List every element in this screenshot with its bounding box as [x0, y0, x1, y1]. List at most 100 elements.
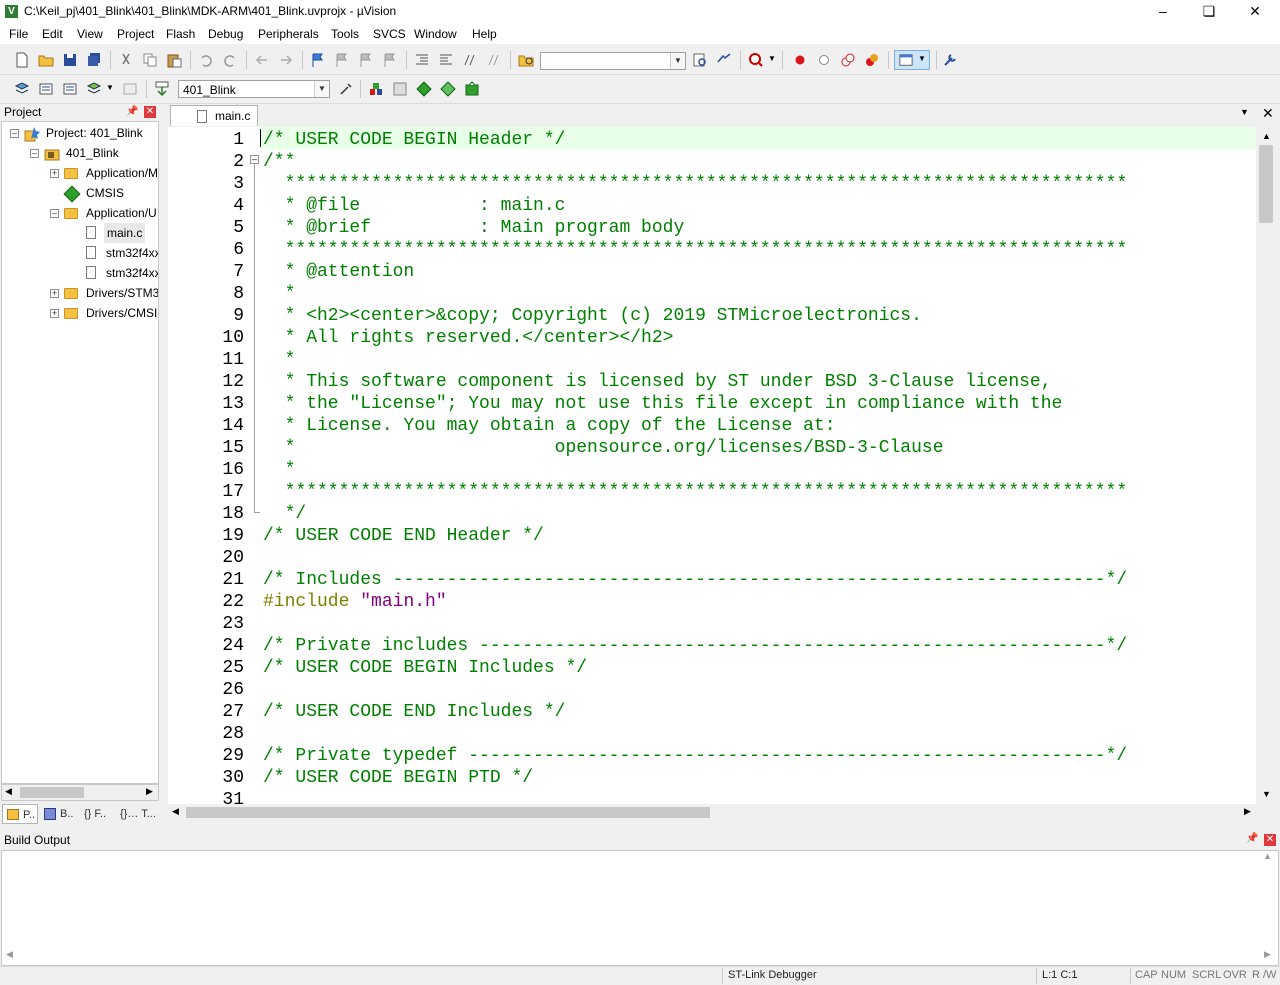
scroll-thumb[interactable] — [20, 787, 84, 798]
save-all-icon[interactable] — [86, 52, 102, 68]
rebuild-icon[interactable] — [62, 81, 78, 97]
scroll-right-icon[interactable]: ▶ — [146, 786, 153, 797]
close-icon[interactable]: ✕ — [1262, 105, 1274, 122]
insert-breakpoint-icon[interactable] — [792, 52, 808, 68]
minimize-button[interactable]: – — [1140, 0, 1186, 24]
pin-icon[interactable]: 📌 — [1246, 833, 1258, 844]
tree-project-root[interactable]: Project: 401_Blink — [46, 123, 143, 143]
tree-file-main-c[interactable]: main.c — [104, 223, 146, 243]
chevron-down-icon[interactable]: ▼ — [1240, 107, 1249, 117]
build-output-pane[interactable]: ▲ ◀ ▶ — [1, 850, 1279, 966]
project-horizontal-scrollbar[interactable]: ◀ ▶ — [1, 784, 159, 801]
scroll-right-icon[interactable]: ▶ — [1244, 806, 1251, 817]
download-icon[interactable] — [154, 81, 170, 97]
paste-icon[interactable] — [166, 52, 182, 68]
close-icon[interactable]: ✕ — [144, 106, 156, 118]
tab-templates[interactable]: {}… T... — [120, 804, 156, 824]
batch-build-icon[interactable] — [86, 81, 102, 97]
window-layout-button[interactable]: ▼ — [894, 50, 930, 70]
editor-horizontal-scrollbar[interactable]: ◀ ▶ — [168, 804, 1257, 821]
scroll-left-icon[interactable]: ◀ — [6, 949, 13, 960]
scroll-down-icon[interactable]: ▼ — [1262, 789, 1271, 799]
navigate-forward-icon[interactable] — [278, 52, 294, 68]
menu-window[interactable]: Window — [414, 27, 457, 41]
expand-icon[interactable]: + — [50, 169, 59, 178]
menu-edit[interactable]: Edit — [42, 27, 63, 41]
expand-icon[interactable]: + — [50, 309, 59, 318]
scroll-left-icon[interactable]: ◀ — [172, 806, 179, 817]
tree-group-cmsis[interactable]: CMSIS — [86, 183, 124, 203]
uncomment-icon[interactable] — [486, 52, 502, 68]
target-select[interactable]: 401_Blink ▼ — [178, 80, 330, 98]
menu-help[interactable]: Help — [472, 27, 497, 41]
tree-group-application-mdk[interactable]: Application/M — [86, 163, 158, 183]
prev-bookmark-icon[interactable] — [334, 52, 350, 68]
find-combo[interactable]: ▼ — [540, 52, 686, 70]
tree-file-stm32f4xx-msp[interactable]: stm32f4xx — [106, 263, 158, 283]
unindent-icon[interactable] — [438, 52, 454, 68]
navigate-back-icon[interactable] — [254, 52, 270, 68]
indent-icon[interactable] — [414, 52, 430, 68]
pack-select-icon[interactable] — [464, 81, 480, 97]
menu-svcs[interactable]: SVCS — [373, 27, 406, 41]
fold-collapse-icon[interactable]: – — [250, 155, 259, 164]
new-file-icon[interactable] — [14, 52, 30, 68]
undo-icon[interactable] — [198, 52, 214, 68]
menu-project[interactable]: Project — [117, 27, 154, 41]
bookmark-icon[interactable] — [310, 52, 326, 68]
menu-view[interactable]: View — [77, 27, 103, 41]
tree-group-application-user[interactable]: Application/U — [86, 203, 157, 223]
tree-file-stm32f4xx-it[interactable]: stm32f4xx — [106, 243, 158, 263]
collapse-icon[interactable]: – — [50, 209, 59, 218]
save-icon[interactable] — [62, 52, 78, 68]
tab-main-c[interactable]: main.c — [170, 105, 258, 126]
scroll-thumb[interactable] — [186, 807, 710, 818]
tree-group-drivers-cmsis[interactable]: Drivers/CMSI — [86, 303, 157, 323]
restore-button[interactable]: ❏ — [1186, 0, 1232, 24]
collapse-icon[interactable]: – — [10, 129, 19, 138]
collapse-icon[interactable]: – — [30, 149, 39, 158]
select-packs-icon[interactable] — [392, 81, 408, 97]
find-replace-icon[interactable] — [716, 52, 732, 68]
cut-icon[interactable] — [118, 52, 134, 68]
scroll-right-icon[interactable]: ▶ — [1264, 949, 1271, 960]
close-icon[interactable]: ✕ — [1264, 834, 1276, 846]
menu-tools[interactable]: Tools — [331, 27, 359, 41]
next-bookmark-icon[interactable] — [358, 52, 374, 68]
menu-flash[interactable]: Flash — [166, 27, 195, 41]
tab-functions[interactable]: {} F.. — [84, 804, 106, 824]
scroll-up-icon[interactable]: ▲ — [1262, 131, 1271, 141]
clear-bookmarks-icon[interactable] — [382, 52, 398, 68]
pack-installer-icon[interactable] — [440, 81, 456, 97]
stop-build-icon[interactable] — [122, 81, 138, 97]
tree-target[interactable]: 401_Blink — [66, 143, 119, 163]
tab-books[interactable]: B.. — [42, 804, 73, 824]
code-editor[interactable]: – 1 2 3 4 5 6 7 8 9 10 11 12 13 14 15 16 17 18 19 20 21 22 23 2… — [168, 127, 1256, 804]
find-in-files-icon[interactable] — [518, 52, 534, 68]
chevron-down-icon[interactable]: ▼ — [670, 53, 685, 69]
translate-icon[interactable] — [14, 81, 30, 97]
chevron-down-icon[interactable]: ▼ — [314, 81, 329, 97]
scroll-thumb[interactable] — [1259, 145, 1273, 223]
manage-project-items-icon[interactable] — [368, 81, 384, 97]
close-button[interactable]: ✕ — [1232, 0, 1278, 24]
open-folder-icon[interactable] — [38, 52, 54, 68]
scroll-up-icon[interactable]: ▲ — [1263, 851, 1272, 861]
target-options-icon[interactable] — [338, 81, 354, 97]
pin-icon[interactable]: 📌 — [126, 106, 138, 117]
chevron-down-icon[interactable]: ▼ — [106, 83, 114, 92]
start-debug-icon[interactable] — [748, 52, 764, 68]
tab-project[interactable]: P.. — [2, 804, 38, 824]
redo-icon[interactable] — [222, 52, 238, 68]
configure-icon[interactable] — [942, 52, 958, 68]
editor-vertical-scrollbar[interactable]: ▲ ▼ — [1257, 127, 1275, 804]
scroll-left-icon[interactable]: ◀ — [5, 786, 12, 797]
manage-runtime-icon[interactable] — [416, 81, 432, 97]
disable-all-breakpoints-icon[interactable] — [840, 52, 856, 68]
expand-icon[interactable]: + — [50, 289, 59, 298]
enable-breakpoint-icon[interactable] — [816, 52, 832, 68]
tree-group-drivers-stm32[interactable]: Drivers/STM3 — [86, 283, 158, 303]
copy-icon[interactable] — [142, 52, 158, 68]
comment-icon[interactable] — [462, 52, 478, 68]
menu-peripherals[interactable]: Peripherals — [258, 27, 319, 41]
